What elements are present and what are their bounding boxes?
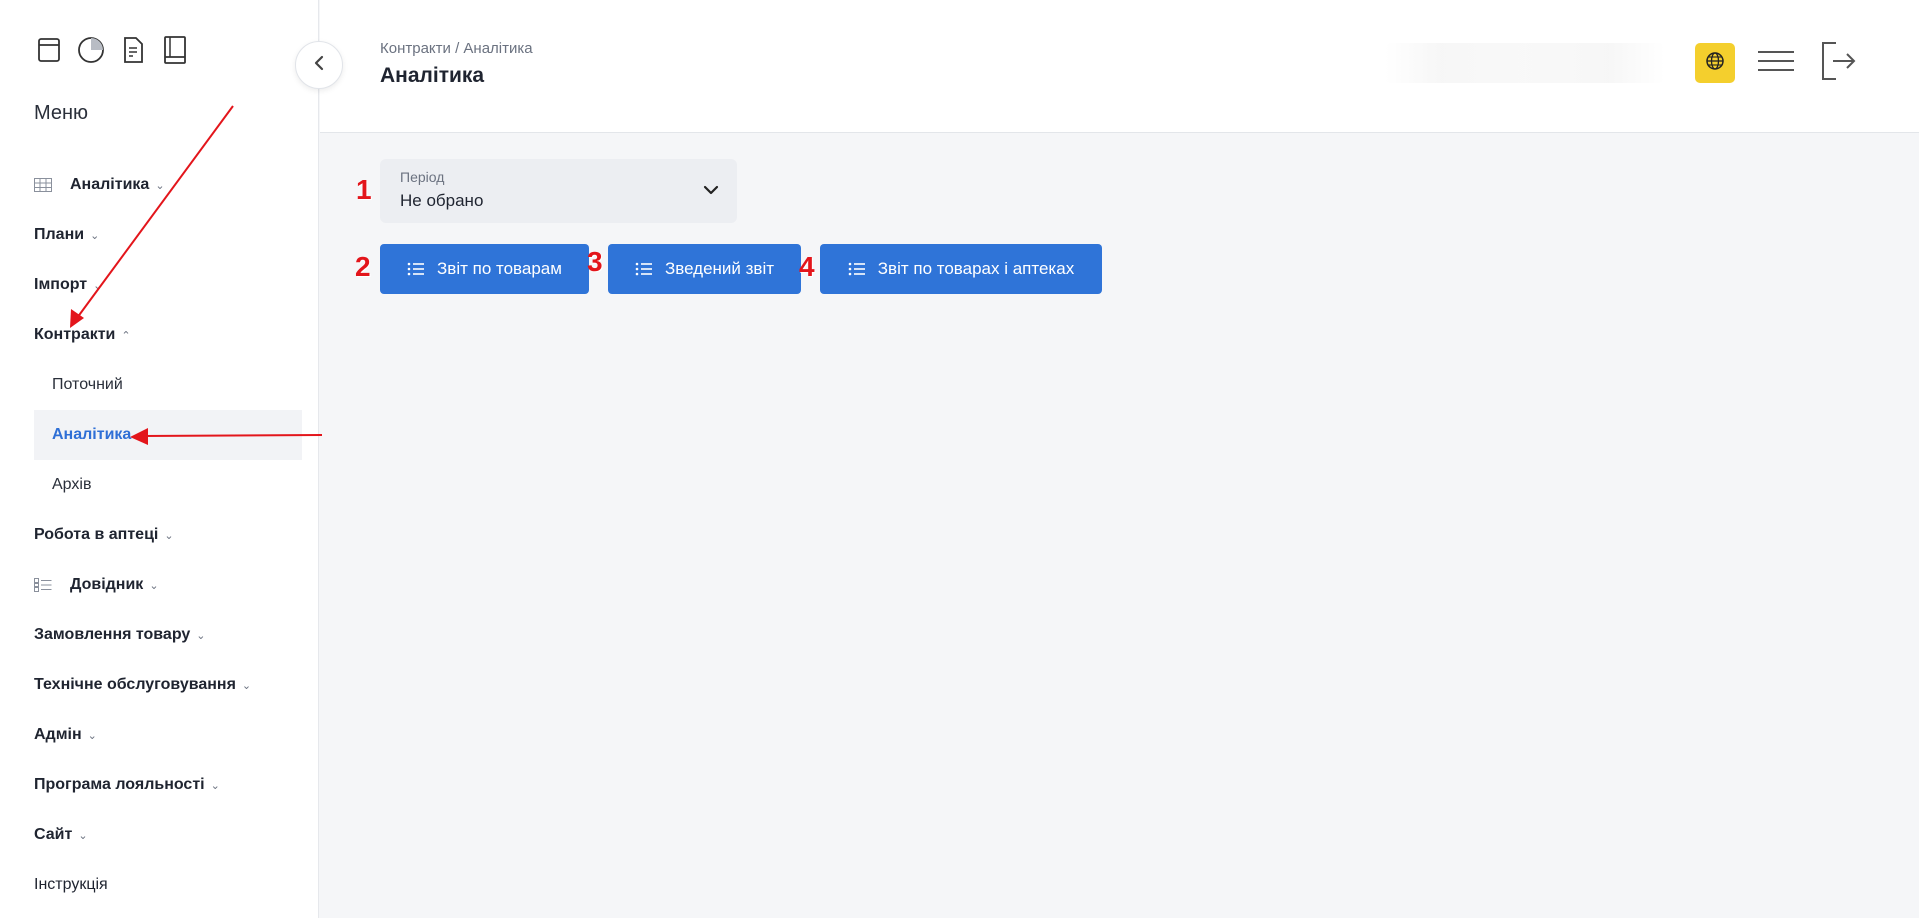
- period-label: Період: [400, 169, 445, 185]
- sidebar-item-loyalty[interactable]: Програма лояльності ⌄: [34, 760, 302, 810]
- blurred-user-info: [1385, 43, 1665, 83]
- button-label: Звіт по товарах і аптеках: [877, 259, 1075, 278]
- sidebar-item-import[interactable]: Імпорт ⌄: [34, 260, 302, 310]
- chevron-left-icon: [313, 55, 325, 76]
- list-icon: [407, 262, 425, 276]
- sidebar-subitem-analytics[interactable]: Аналітика: [34, 410, 302, 460]
- sidebar-item-pharmacy-work[interactable]: Робота в аптеці ⌄: [34, 510, 302, 560]
- products-pharmacies-report-button[interactable]: Звіт по товарах і аптеках: [820, 244, 1102, 294]
- chevron-down-icon: ⌄: [93, 279, 103, 292]
- annotation-number-4: 4: [799, 251, 815, 282]
- chevron-down-icon: ⌄: [149, 579, 159, 592]
- chevron-down-icon: ⌄: [196, 629, 206, 642]
- sidebar-item-label: Плани: [34, 226, 85, 243]
- button-label: Звіт по товарам: [437, 259, 562, 278]
- period-select[interactable]: Період Не обрано: [380, 159, 737, 223]
- chevron-down-icon: ⌄: [78, 829, 88, 842]
- logout-button[interactable]: [1817, 41, 1859, 86]
- logout-icon: [1820, 41, 1856, 86]
- sidebar-item-label: Довідник: [70, 576, 144, 593]
- globe-icon: [1705, 51, 1725, 76]
- chevron-down-icon: ⌄: [155, 179, 165, 192]
- sidebar: Меню Аналітика ⌄ Плани ⌄ Імпорт ⌄ Контра…: [0, 0, 319, 918]
- chevron-down-icon: [703, 183, 719, 201]
- chevron-down-icon: ⌄: [87, 729, 97, 742]
- collapse-sidebar-button[interactable]: [295, 41, 343, 89]
- annotation-number-2: 2: [355, 251, 371, 282]
- sidebar-item-label: Замовлення товару: [34, 626, 191, 643]
- button-label: Зведений звіт: [664, 259, 775, 278]
- sidebar-subitem-current[interactable]: Поточний: [34, 360, 302, 410]
- breadcrumb: Контракти / Аналітика: [380, 40, 533, 57]
- sidebar-item-label: Адмін: [34, 726, 82, 743]
- sidebar-item-maintenance[interactable]: Технічне обслуговування ⌄: [34, 660, 302, 710]
- sidebar-subitem-archive[interactable]: Архів: [34, 460, 302, 510]
- sidebar-top-icons: [34, 34, 190, 66]
- sidebar-nav: Аналітика ⌄ Плани ⌄ Імпорт ⌄ Контракти ⌃…: [34, 160, 302, 910]
- hamburger-menu-button[interactable]: [1755, 42, 1797, 84]
- list-icon: [848, 262, 865, 276]
- book-icon[interactable]: [160, 34, 190, 66]
- page-header: Контракти / Аналітика Аналітика: [320, 0, 1919, 133]
- menu-title: Меню: [34, 102, 89, 124]
- pie-chart-icon[interactable]: [76, 34, 106, 66]
- chevron-down-icon: ⌄: [210, 779, 220, 792]
- archive-icon[interactable]: [34, 34, 64, 66]
- sidebar-item-instruction[interactable]: Інструкція: [34, 860, 302, 910]
- sidebar-item-label: Програма лояльності: [34, 776, 205, 793]
- language-button[interactable]: [1695, 43, 1735, 83]
- page-title: Аналітика: [380, 64, 485, 87]
- hamburger-icon: [1757, 49, 1795, 78]
- list-icon: [635, 262, 652, 276]
- sidebar-item-label: Технічне обслуговування: [34, 676, 236, 693]
- chevron-down-icon: ⌄: [241, 679, 252, 692]
- sidebar-item-directory[interactable]: Довідник ⌄: [34, 560, 302, 610]
- sidebar-item-label: Робота в аптеці: [34, 526, 159, 543]
- sidebar-item-label: Імпорт: [34, 276, 88, 293]
- sidebar-item-product-orders[interactable]: Замовлення товару ⌄: [34, 610, 302, 660]
- products-report-button[interactable]: Звіт по товарам: [380, 244, 589, 294]
- sidebar-item-label: Контракти: [34, 326, 116, 343]
- annotation-number-3: 3: [587, 246, 603, 277]
- sidebar-item-label: Сайт: [34, 826, 73, 843]
- period-value: Не обрано: [400, 191, 484, 210]
- chevron-up-icon: ⌃: [121, 329, 131, 342]
- sidebar-item-label: Аналітика: [70, 176, 150, 193]
- document-icon[interactable]: [118, 34, 148, 66]
- chevron-down-icon: ⌄: [164, 529, 174, 542]
- sidebar-item-admin[interactable]: Адмін ⌄: [34, 710, 302, 760]
- summary-report-button[interactable]: Зведений звіт: [608, 244, 801, 294]
- sidebar-item-contracts[interactable]: Контракти ⌃: [34, 310, 302, 360]
- chevron-down-icon: ⌄: [90, 229, 100, 242]
- header-actions: [1385, 41, 1859, 86]
- sidebar-item-plans[interactable]: Плани ⌄: [34, 210, 302, 260]
- sidebar-item-site[interactable]: Сайт ⌄: [34, 810, 302, 860]
- annotation-number-1: 1: [356, 174, 372, 205]
- grid-table-icon: [34, 178, 54, 192]
- list-details-icon: [34, 578, 54, 592]
- sidebar-item-label: Інструкція: [34, 876, 108, 893]
- sidebar-item-analytics[interactable]: Аналітика ⌄: [34, 160, 302, 210]
